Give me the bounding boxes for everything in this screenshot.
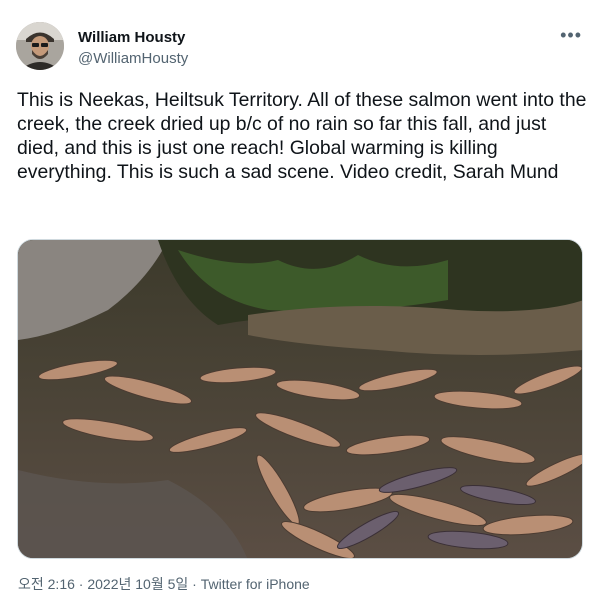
avatar-image bbox=[16, 22, 64, 70]
avatar[interactable] bbox=[16, 22, 64, 70]
salmon-creek-image bbox=[18, 240, 582, 558]
tweet-media[interactable] bbox=[17, 239, 583, 559]
author-names: William Housty @WilliamHousty bbox=[78, 28, 188, 68]
tweet-source[interactable]: Twitter for iPhone bbox=[201, 576, 310, 592]
tweet-text: This is Neekas, Heiltsuk Territory. All … bbox=[17, 89, 587, 183]
tweet-card: William Housty @WilliamHousty ••• This i… bbox=[0, 0, 600, 592]
meta-separator: · bbox=[188, 576, 201, 592]
author-display-name[interactable]: William Housty bbox=[78, 28, 188, 47]
tweet-date[interactable]: 2022년 10월 5일 bbox=[87, 576, 188, 592]
tweet-header: William Housty @WilliamHousty ••• bbox=[16, 22, 584, 72]
more-horizontal-icon[interactable]: ••• bbox=[560, 26, 582, 44]
author-handle[interactable]: @WilliamHousty bbox=[78, 49, 188, 68]
meta-separator: · bbox=[74, 576, 88, 592]
tweet-time[interactable]: 오전 2:16 bbox=[18, 576, 75, 592]
tweet-timestamp[interactable]: 오전 2:16 · 2022년 10월 5일 · Twitter for iPh… bbox=[18, 576, 310, 592]
